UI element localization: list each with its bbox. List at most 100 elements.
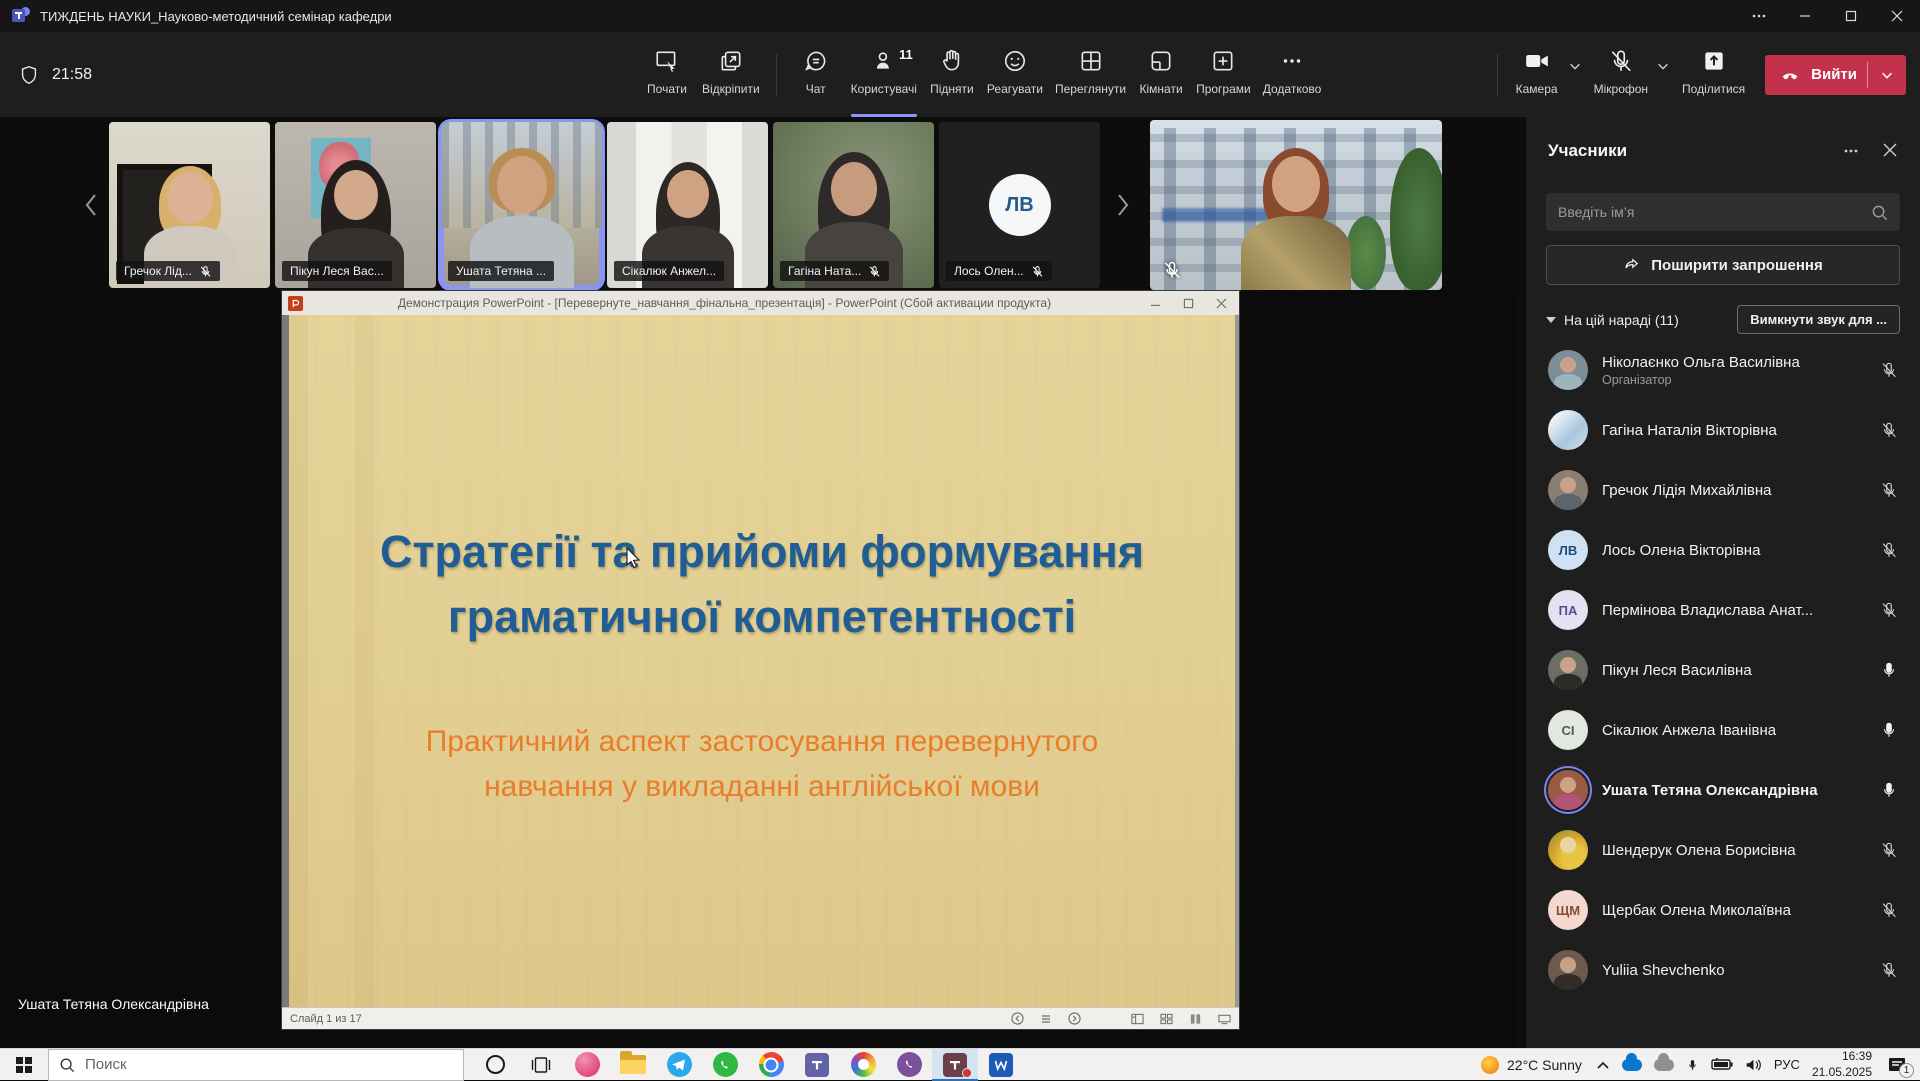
toolbar-unpin[interactable]: Відкріпити xyxy=(696,43,766,107)
more-window-options-icon[interactable] xyxy=(1736,0,1782,32)
word-button[interactable] xyxy=(978,1049,1024,1081)
share-invite-icon xyxy=(1623,256,1641,274)
toolbar-more[interactable]: Додатково xyxy=(1257,43,1328,107)
ppt-next-slide-button[interactable] xyxy=(1068,1012,1081,1025)
participant-row-grechok[interactable]: Гречок Лідія Михайлівна xyxy=(1526,460,1920,520)
onedrive-icon[interactable] xyxy=(1622,1059,1642,1071)
participant-row-nikolaienko[interactable]: Ніколаєнко Ольга ВасилівнаОрганізатор xyxy=(1526,340,1920,400)
participant-row-shenderuk[interactable]: Шендерук Олена Борисівна xyxy=(1526,820,1920,880)
ppt-close-button[interactable] xyxy=(1216,298,1227,309)
mic-off-icon[interactable] xyxy=(1880,361,1898,379)
mic-on-icon[interactable] xyxy=(1880,721,1898,739)
leave-chevron-icon[interactable] xyxy=(1878,68,1904,82)
language-indicator[interactable]: РУС xyxy=(1774,1057,1800,1072)
camera-chevron-icon[interactable] xyxy=(1568,59,1582,73)
tile-name-label: Ушата Тетяна ... xyxy=(448,261,554,281)
file-explorer-button[interactable] xyxy=(610,1049,656,1081)
mic-off-icon[interactable] xyxy=(1880,481,1898,499)
toolbar-react[interactable]: Реагувати xyxy=(981,43,1049,107)
participant-row-shcherbak[interactable]: ЩМ Щербак Олена Миколаївна xyxy=(1526,880,1920,940)
teams-active-button[interactable] xyxy=(932,1049,978,1081)
mic-on-icon[interactable] xyxy=(1880,781,1898,799)
toolbar-participants[interactable]: 11 Користувачі xyxy=(845,43,923,107)
mic-off-icon[interactable] xyxy=(1880,901,1898,919)
participant-row-gagina[interactable]: Гагіна Наталія Вікторівна xyxy=(1526,400,1920,460)
mic-off-icon[interactable] xyxy=(1880,841,1898,859)
ppt-prev-slide-button[interactable] xyxy=(1011,1012,1024,1025)
viber-button[interactable] xyxy=(886,1049,932,1081)
taskbar-search[interactable] xyxy=(48,1049,464,1081)
panel-more-icon[interactable] xyxy=(1842,142,1860,160)
participant-row-sikaliuk[interactable]: СІ Сікалюк Анжела Іванівна xyxy=(1526,700,1920,760)
video-tile-pikun[interactable]: Пікун Леся Вас... xyxy=(275,122,436,288)
ppt-normal-view-button[interactable] xyxy=(1131,1013,1144,1025)
teams-button[interactable] xyxy=(794,1049,840,1081)
ppt-slideshow-button[interactable] xyxy=(1218,1013,1231,1025)
task-view-button[interactable] xyxy=(518,1049,564,1081)
participant-row-los[interactable]: ЛВ Лось Олена Вікторівна xyxy=(1526,520,1920,580)
whatsapp-button[interactable] xyxy=(702,1049,748,1081)
video-tile-gagina[interactable]: Гагіна Ната... xyxy=(773,122,934,288)
panel-close-icon[interactable] xyxy=(1882,142,1898,160)
participant-row-pikun[interactable]: Пікун Леся Василівна xyxy=(1526,640,1920,700)
toolbar-apps[interactable]: Програми xyxy=(1190,43,1257,107)
volume-icon[interactable] xyxy=(1745,1058,1762,1072)
tray-mic-icon[interactable] xyxy=(1686,1057,1699,1073)
toolbar-share[interactable]: Поділитися xyxy=(1676,43,1751,107)
mic-off-icon[interactable] xyxy=(1880,541,1898,559)
ppt-maximize-button[interactable] xyxy=(1183,298,1194,309)
photos-button[interactable] xyxy=(840,1049,886,1081)
spotlight-video-tile[interactable] xyxy=(1150,120,1442,290)
mic-off-icon[interactable] xyxy=(1880,601,1898,619)
app-pink-swirl-button[interactable] xyxy=(564,1049,610,1081)
tray-expand-icon[interactable] xyxy=(1596,1060,1610,1070)
ppt-minimize-button[interactable] xyxy=(1150,298,1161,309)
section-collapse-icon[interactable] xyxy=(1546,316,1556,324)
toolbar-rooms[interactable]: Кімнати xyxy=(1132,43,1190,107)
mic-off-icon[interactable] xyxy=(1880,421,1898,439)
video-tile-los[interactable]: ЛВ Лось Олен... xyxy=(939,122,1100,288)
participant-search[interactable] xyxy=(1546,193,1900,231)
start-button[interactable] xyxy=(0,1049,48,1081)
share-invite-button[interactable]: Поширити запрошення xyxy=(1546,245,1900,285)
video-tile-sikaliuk[interactable]: Сікалюк Анжел... xyxy=(607,122,768,288)
ppt-sorter-view-button[interactable] xyxy=(1160,1013,1173,1025)
toolbar-view[interactable]: Переглянути xyxy=(1049,43,1132,107)
powerpoint-window-title: Демонстрация PowerPoint - [Перевернуте_н… xyxy=(311,296,1138,310)
battery-icon[interactable] xyxy=(1711,1058,1733,1071)
toolbar-camera[interactable]: Камера xyxy=(1508,43,1566,107)
toolbar-start-share[interactable]: Почати xyxy=(638,43,696,107)
video-tile-grechok[interactable]: Гречок Лід... xyxy=(109,122,270,288)
shield-icon[interactable] xyxy=(18,63,40,87)
cortana-button[interactable] xyxy=(472,1049,518,1081)
action-center-button[interactable]: 1 xyxy=(1884,1054,1910,1076)
chrome-button[interactable] xyxy=(748,1049,794,1081)
cloud-icon[interactable] xyxy=(1654,1059,1674,1071)
toolbar-microphone[interactable]: Мікрофон xyxy=(1588,43,1654,107)
participant-search-input[interactable] xyxy=(1558,204,1871,220)
minimize-button[interactable] xyxy=(1782,0,1828,32)
taskbar-search-input[interactable] xyxy=(85,1056,453,1073)
participant-row-ushata[interactable]: Ушата Тетяна Олександрівна xyxy=(1526,760,1920,820)
mic-off-icon[interactable] xyxy=(1880,961,1898,979)
weather-widget[interactable]: 22°C Sunny xyxy=(1481,1056,1582,1074)
strip-scroll-right[interactable] xyxy=(1110,192,1136,218)
mic-on-icon[interactable] xyxy=(1880,661,1898,679)
mic-chevron-icon[interactable] xyxy=(1656,59,1670,73)
ppt-reading-view-button[interactable] xyxy=(1189,1013,1202,1025)
video-tile-ushata-active[interactable]: Ушата Тетяна ... xyxy=(441,122,602,288)
more-dots-icon xyxy=(1279,47,1305,75)
leave-button[interactable]: Вийти xyxy=(1765,55,1906,95)
telegram-button[interactable] xyxy=(656,1049,702,1081)
mic-off-icon xyxy=(868,265,881,278)
mute-all-button[interactable]: Вимкнути звук для ... xyxy=(1737,305,1900,334)
participant-row-perminova[interactable]: ПА Пермінова Владислава Анат... xyxy=(1526,580,1920,640)
toolbar-raise-hand[interactable]: Підняти xyxy=(923,43,981,107)
maximize-button[interactable] xyxy=(1828,0,1874,32)
ppt-menu-button[interactable] xyxy=(1040,1013,1052,1025)
clock[interactable]: 16:39 21.05.2025 xyxy=(1812,1049,1872,1080)
strip-scroll-left[interactable] xyxy=(78,192,104,218)
participant-row-shevchenko[interactable]: Yuliia Shevchenko xyxy=(1526,940,1920,1000)
close-button[interactable] xyxy=(1874,0,1920,32)
toolbar-chat[interactable]: Чат xyxy=(787,43,845,107)
